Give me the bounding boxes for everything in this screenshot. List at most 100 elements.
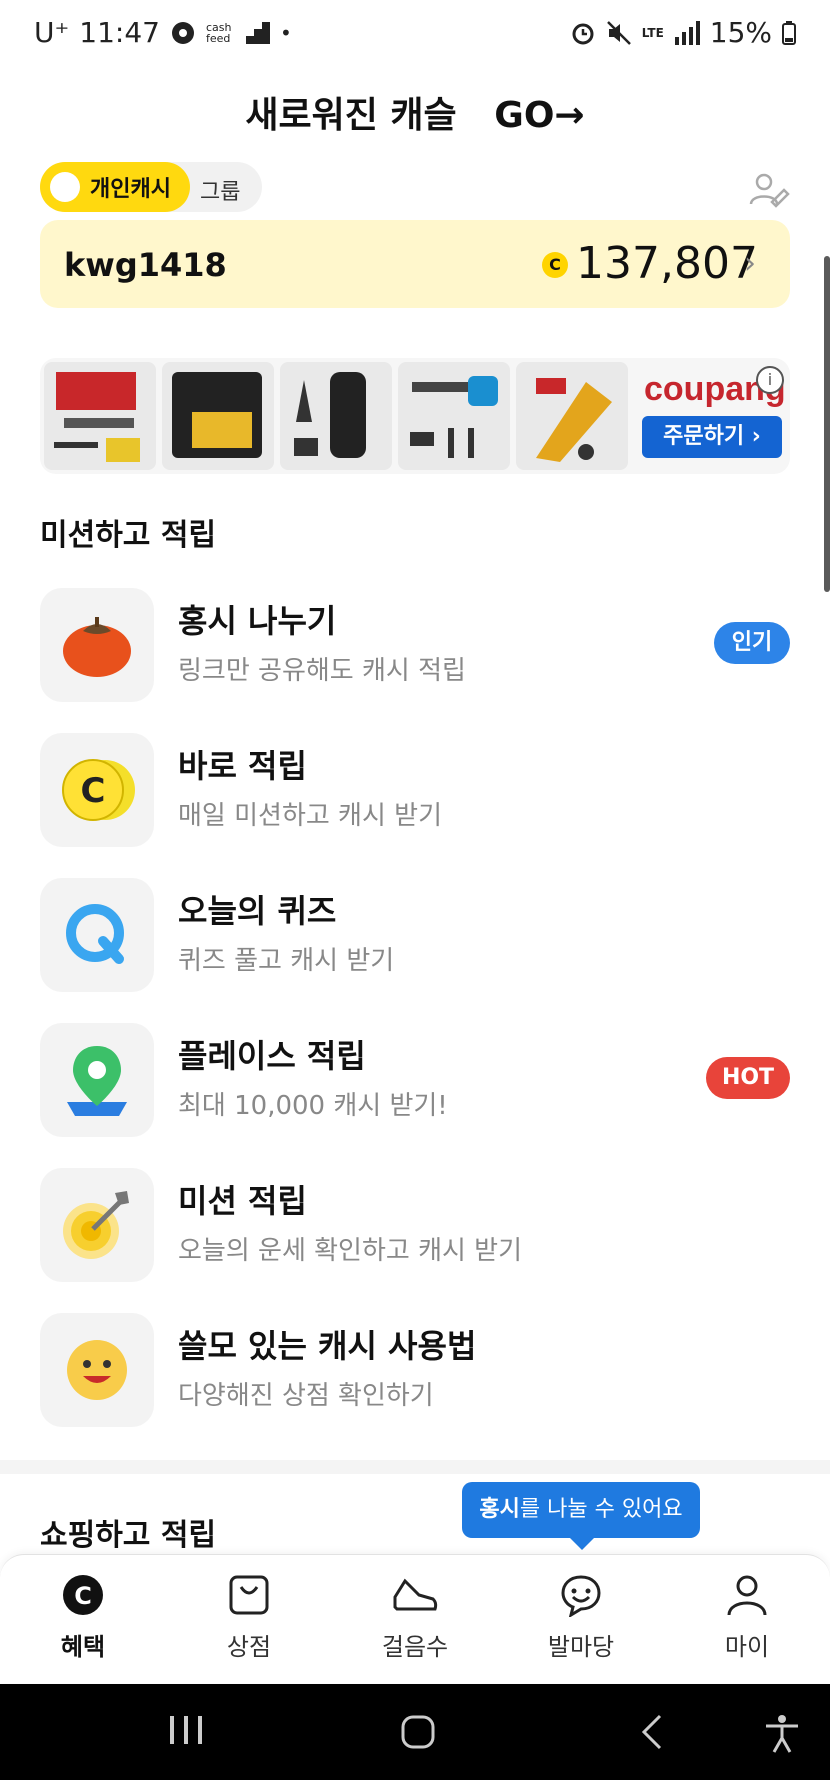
info-icon[interactable]: i <box>756 366 784 394</box>
time-label: 11:47 <box>79 16 160 49</box>
missions-section-title: 미션하고 적립 <box>40 518 217 553</box>
mission-title: 쓸모 있는 캐시 사용법 <box>178 1327 477 1365</box>
order-button[interactable]: 주문하기 › <box>642 416 782 458</box>
header-title: 새로워진 캐슬 <box>245 95 457 136</box>
cash-amount: 137,807 <box>576 238 758 289</box>
nav-benefits[interactable]: C 혜택 <box>23 1573 143 1662</box>
product-image <box>516 362 628 470</box>
mission-subtitle: 다양해진 상점 확인하기 <box>178 1381 434 1411</box>
popular-badge: 인기 <box>714 622 790 664</box>
stairs-icon <box>245 21 270 44</box>
quiz-icon <box>66 904 124 964</box>
item-icon-box <box>40 588 154 702</box>
friends-icon[interactable] <box>748 170 790 212</box>
svg-text:C: C <box>74 1582 92 1610</box>
status-left: U⁺ 11:47 cash feed • <box>34 16 292 49</box>
tooltip-bold: 홍시 <box>479 1497 520 1522</box>
mission-title: 미션 적립 <box>178 1182 307 1220</box>
mission-item-instant-earn[interactable]: C 바로 적립 매일 미션하고 캐시 받기 <box>40 733 800 847</box>
mission-item-mission[interactable]: 미션 적립 오늘의 운세 확인하고 캐시 받기 <box>40 1168 800 1282</box>
notification-dot-icon: • <box>279 20 292 45</box>
network-label: LTE <box>641 25 664 40</box>
header-banner[interactable]: 새로워진 캐슬 GO→ <box>0 86 830 138</box>
toggle-personal-label: 개인캐시 <box>90 177 171 202</box>
nav-steps[interactable]: 걸음수 <box>355 1573 475 1662</box>
mission-title: 오늘의 퀴즈 <box>178 892 337 930</box>
mission-item-cash-usage[interactable]: 쓸모 있는 캐시 사용법 다양해진 상점 확인하기 <box>40 1313 800 1427</box>
mute-icon <box>606 20 631 45</box>
back-icon[interactable] <box>640 1714 664 1750</box>
toggle-knob <box>50 172 80 202</box>
mission-item-place[interactable]: 플레이스 적립 최대 10,000 캐시 받기! HOT <box>40 1023 800 1137</box>
battery-icon <box>782 20 796 45</box>
person-icon <box>727 1575 767 1616</box>
item-icon-box: C <box>40 733 154 847</box>
chevron-right-icon: › <box>744 246 756 281</box>
nav-label: 마이 <box>724 1633 770 1661</box>
nav-label: 상점 <box>226 1633 272 1661</box>
item-icon-box <box>40 1023 154 1137</box>
alarm-icon <box>572 23 594 44</box>
cash-coin-icon: C <box>542 252 568 278</box>
mission-subtitle: 퀴즈 풀고 캐시 받기 <box>178 946 395 976</box>
nav-label: 걸음수 <box>381 1633 449 1661</box>
product-image <box>280 362 392 470</box>
shopping-section-title: 쇼핑하고 적립 <box>40 1518 217 1553</box>
status-right: LTE 15% <box>570 16 796 49</box>
mission-title: 플레이스 적립 <box>178 1037 366 1075</box>
scrollbar[interactable] <box>824 256 830 592</box>
product-image <box>162 362 274 470</box>
smile-icon <box>67 1340 127 1400</box>
product-image <box>44 362 156 470</box>
target-icon <box>63 1191 129 1259</box>
mission-item-quiz[interactable]: 오늘의 퀴즈 퀴즈 풀고 캐시 받기 <box>40 878 800 992</box>
persimmon-icon <box>63 617 131 677</box>
system-navigation-bar <box>0 1684 830 1780</box>
mission-subtitle: 오늘의 운세 확인하고 캐시 받기 <box>178 1236 523 1266</box>
cash-card[interactable]: kwg1418 C 137,807 › <box>40 220 790 308</box>
user-id: kwg1418 <box>64 246 227 284</box>
mission-subtitle: 링크만 공유해도 캐시 적립 <box>178 656 466 686</box>
item-icon-box <box>40 878 154 992</box>
item-icon-box <box>40 1313 154 1427</box>
status-bar: U⁺ 11:47 cash feed • LTE 15% <box>0 0 830 72</box>
section-divider <box>0 1460 830 1474</box>
tooltip-tail <box>570 1538 594 1550</box>
ad-banner[interactable]: coupang 주문하기 › i <box>40 358 790 474</box>
shopping-bag-icon <box>229 1575 269 1615</box>
toggle-personal[interactable]: 개인캐시 <box>40 162 190 212</box>
nav-label: 혜택 <box>60 1633 106 1661</box>
toggle-group[interactable]: 그룹 <box>200 174 240 206</box>
sneaker-icon <box>393 1578 438 1611</box>
mission-title: 바로 적립 <box>178 747 307 785</box>
accessibility-icon[interactable] <box>764 1714 800 1754</box>
tooltip-text: 를 나눌 수 있어요 <box>519 1497 683 1522</box>
mission-subtitle: 최대 10,000 캐시 받기! <box>178 1091 448 1121</box>
coin-icon: C <box>62 759 135 821</box>
bottom-navigation: C 혜택 상점 걸음수 발마당 마이 <box>0 1554 830 1683</box>
nav-community[interactable]: 발마당 <box>521 1573 641 1662</box>
chat-smile-icon <box>561 1575 601 1619</box>
signal-icon <box>674 20 700 45</box>
mission-title: 홍시 나누기 <box>178 602 337 640</box>
home-icon[interactable] <box>400 1714 436 1750</box>
product-image <box>398 362 510 470</box>
recent-apps-icon[interactable] <box>168 1714 204 1746</box>
mission-subtitle: 매일 미션하고 캐시 받기 <box>178 801 442 831</box>
battery-label: 15% <box>709 16 772 49</box>
item-icon-box <box>40 1168 154 1282</box>
benefit-coin-icon: C <box>63 1575 103 1615</box>
nav-my[interactable]: 마이 <box>687 1573 807 1662</box>
nav-store[interactable]: 상점 <box>189 1573 309 1662</box>
carrier-label: U⁺ <box>34 16 70 49</box>
share-tooltip: 홍시를 나눌 수 있어요 <box>462 1482 700 1550</box>
map-pin-icon <box>67 1046 127 1116</box>
cash-type-toggle: 개인캐시 그룹 <box>40 162 262 212</box>
aperture-icon <box>171 21 194 44</box>
hot-badge: HOT <box>706 1057 790 1099</box>
header-go: GO→ <box>494 95 585 136</box>
nav-label: 발마당 <box>547 1633 615 1661</box>
mission-item-share-persimmon[interactable]: 홍시 나누기 링크만 공유해도 캐시 적립 인기 <box>40 588 800 702</box>
svg-text:C: C <box>81 771 106 811</box>
cashfeed-badge: cash feed <box>205 20 232 45</box>
